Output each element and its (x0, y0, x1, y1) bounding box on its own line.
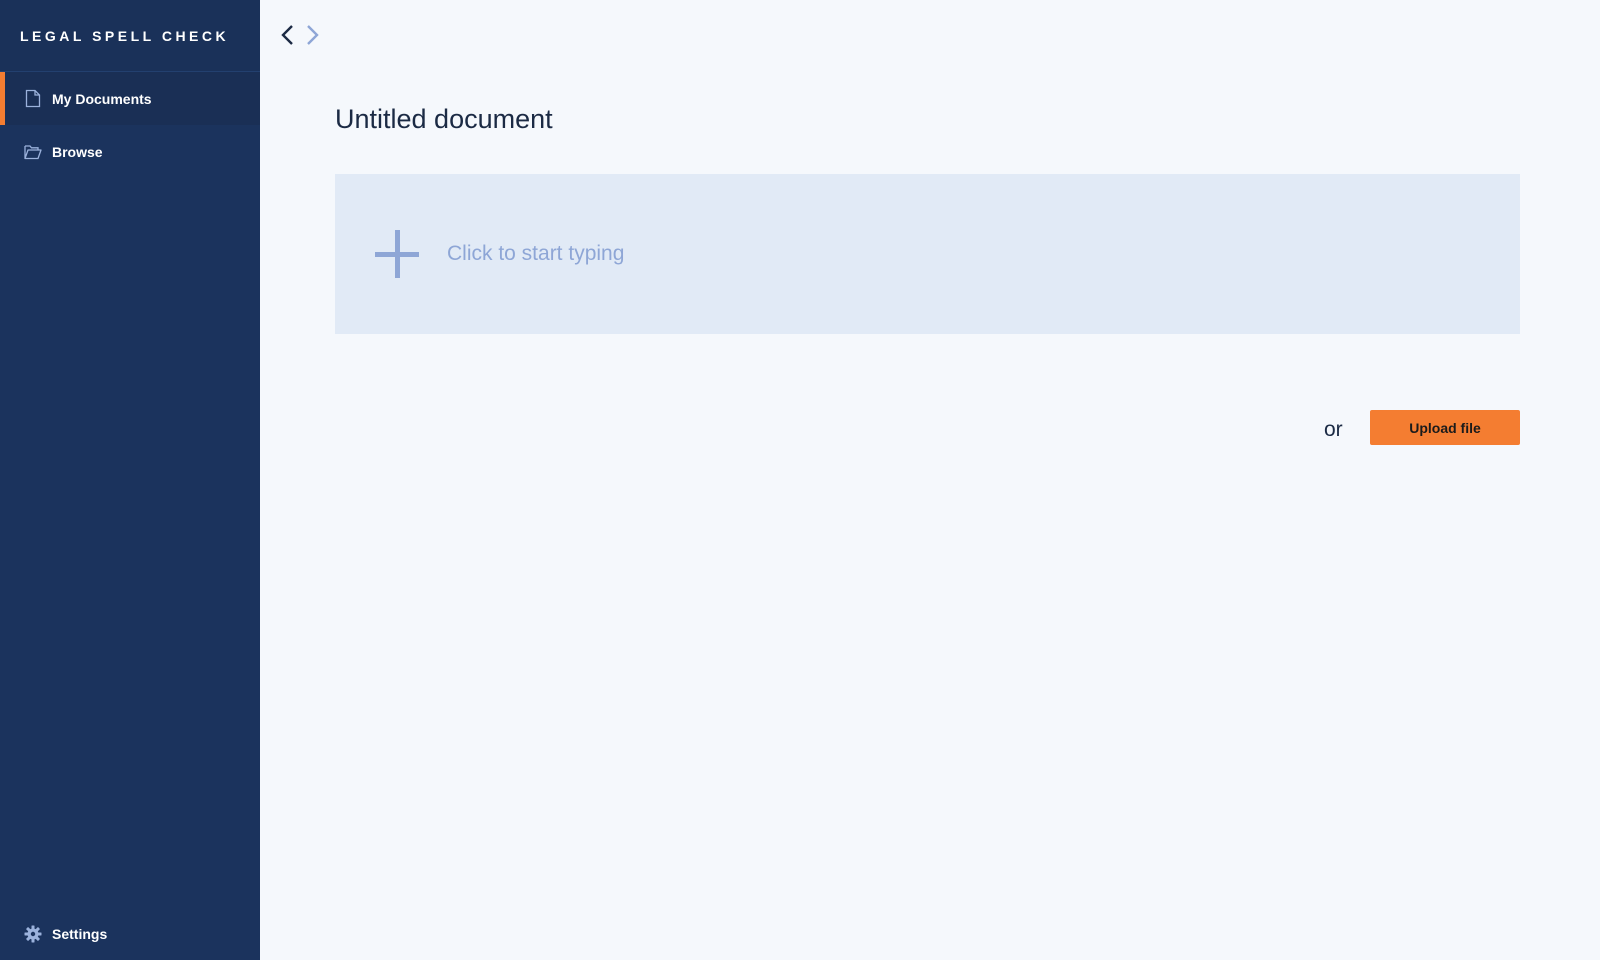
main-content: Untitled document Click to start typing … (260, 0, 1600, 960)
forward-button[interactable] (303, 22, 323, 48)
folder-icon (24, 142, 42, 162)
gear-icon (24, 924, 42, 944)
sidebar-item-label: Browse (52, 143, 103, 160)
document-icon (24, 89, 42, 109)
chevron-left-icon (281, 25, 293, 45)
plus-icon (375, 230, 419, 278)
upload-file-button[interactable]: Upload file (1370, 410, 1520, 445)
sidebar: LEGAL SPELL CHECK My Documents Browse Se… (0, 0, 260, 960)
back-button[interactable] (277, 22, 297, 48)
document-title[interactable]: Untitled document (335, 104, 553, 135)
history-navigation (277, 22, 323, 48)
sidebar-item-my-documents[interactable]: My Documents (0, 72, 260, 125)
app-window: LEGAL SPELL CHECK My Documents Browse Se… (0, 0, 1600, 960)
typing-placeholder: Click to start typing (447, 242, 625, 265)
or-separator: or (1324, 418, 1343, 441)
sidebar-item-browse[interactable]: Browse (0, 125, 260, 178)
settings-label: Settings (52, 926, 108, 942)
start-typing-area[interactable]: Click to start typing (335, 174, 1520, 334)
chevron-right-icon (307, 25, 319, 45)
sidebar-item-label: My Documents (52, 90, 152, 107)
brand-header: LEGAL SPELL CHECK (0, 0, 260, 72)
app-title: LEGAL SPELL CHECK (20, 27, 230, 44)
settings-button[interactable]: Settings (0, 916, 260, 952)
